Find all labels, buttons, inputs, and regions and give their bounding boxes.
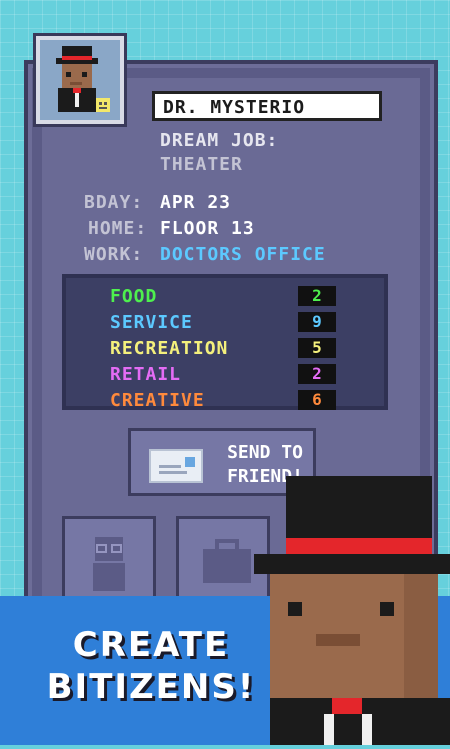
bitizen-avatar-icon — [56, 46, 110, 112]
dream-job-label: DREAM JOB: — [160, 130, 279, 151]
bitizen-avatar — [36, 36, 124, 124]
banner-line1: CREATE — [72, 625, 230, 665]
stat-value-service: 9 — [298, 312, 336, 332]
stat-row-retail: RETAIL 2 — [110, 364, 380, 386]
send-label-line1: SEND TO — [227, 442, 303, 463]
banner-headline: CREATE BITIZENS! — [36, 624, 266, 708]
top-hat-bitizen-icon — [254, 476, 450, 745]
work-label: WORK: — [84, 244, 144, 265]
stat-label-service: SERVICE — [110, 312, 193, 333]
stat-row-service: SERVICE 9 — [110, 312, 380, 334]
stat-label-creative: CREATIVE — [110, 390, 205, 411]
stat-value-creative: 6 — [298, 390, 336, 410]
home-value: FLOOR 13 — [160, 218, 255, 239]
bitizen-character-illustration — [254, 470, 450, 745]
stat-label-recreation: RECREATION — [110, 338, 229, 359]
stat-label-food: FOOD — [110, 286, 158, 307]
stat-label-retail: RETAIL — [110, 364, 182, 385]
person-icon — [93, 537, 125, 591]
stat-value-food: 2 — [298, 286, 336, 306]
stat-value-recreation: 5 — [298, 338, 336, 358]
envelope-icon — [149, 449, 203, 483]
bitizen-name: DR. MYSTERIO — [163, 97, 306, 118]
dream-job-value: THEATER — [160, 154, 243, 175]
banner-line2: BITIZENS! — [46, 667, 256, 707]
stat-value-retail: 2 — [298, 364, 336, 384]
work-link[interactable]: DOCTORS OFFICE — [160, 244, 326, 265]
stat-row-recreation: RECREATION 5 — [110, 338, 380, 360]
home-label: HOME: — [88, 218, 148, 239]
name-field[interactable]: DR. MYSTERIO — [152, 91, 382, 121]
stat-row-creative: CREATIVE 6 — [110, 390, 380, 412]
bday-label: BDAY: — [84, 192, 144, 213]
bday-value: APR 23 — [160, 192, 232, 213]
bitizen-info-button[interactable] — [62, 516, 156, 600]
stat-row-food: FOOD 2 — [110, 286, 380, 308]
skill-stats-panel: FOOD 2 SERVICE 9 RECREATION 5 RETAIL 2 C… — [62, 274, 388, 412]
